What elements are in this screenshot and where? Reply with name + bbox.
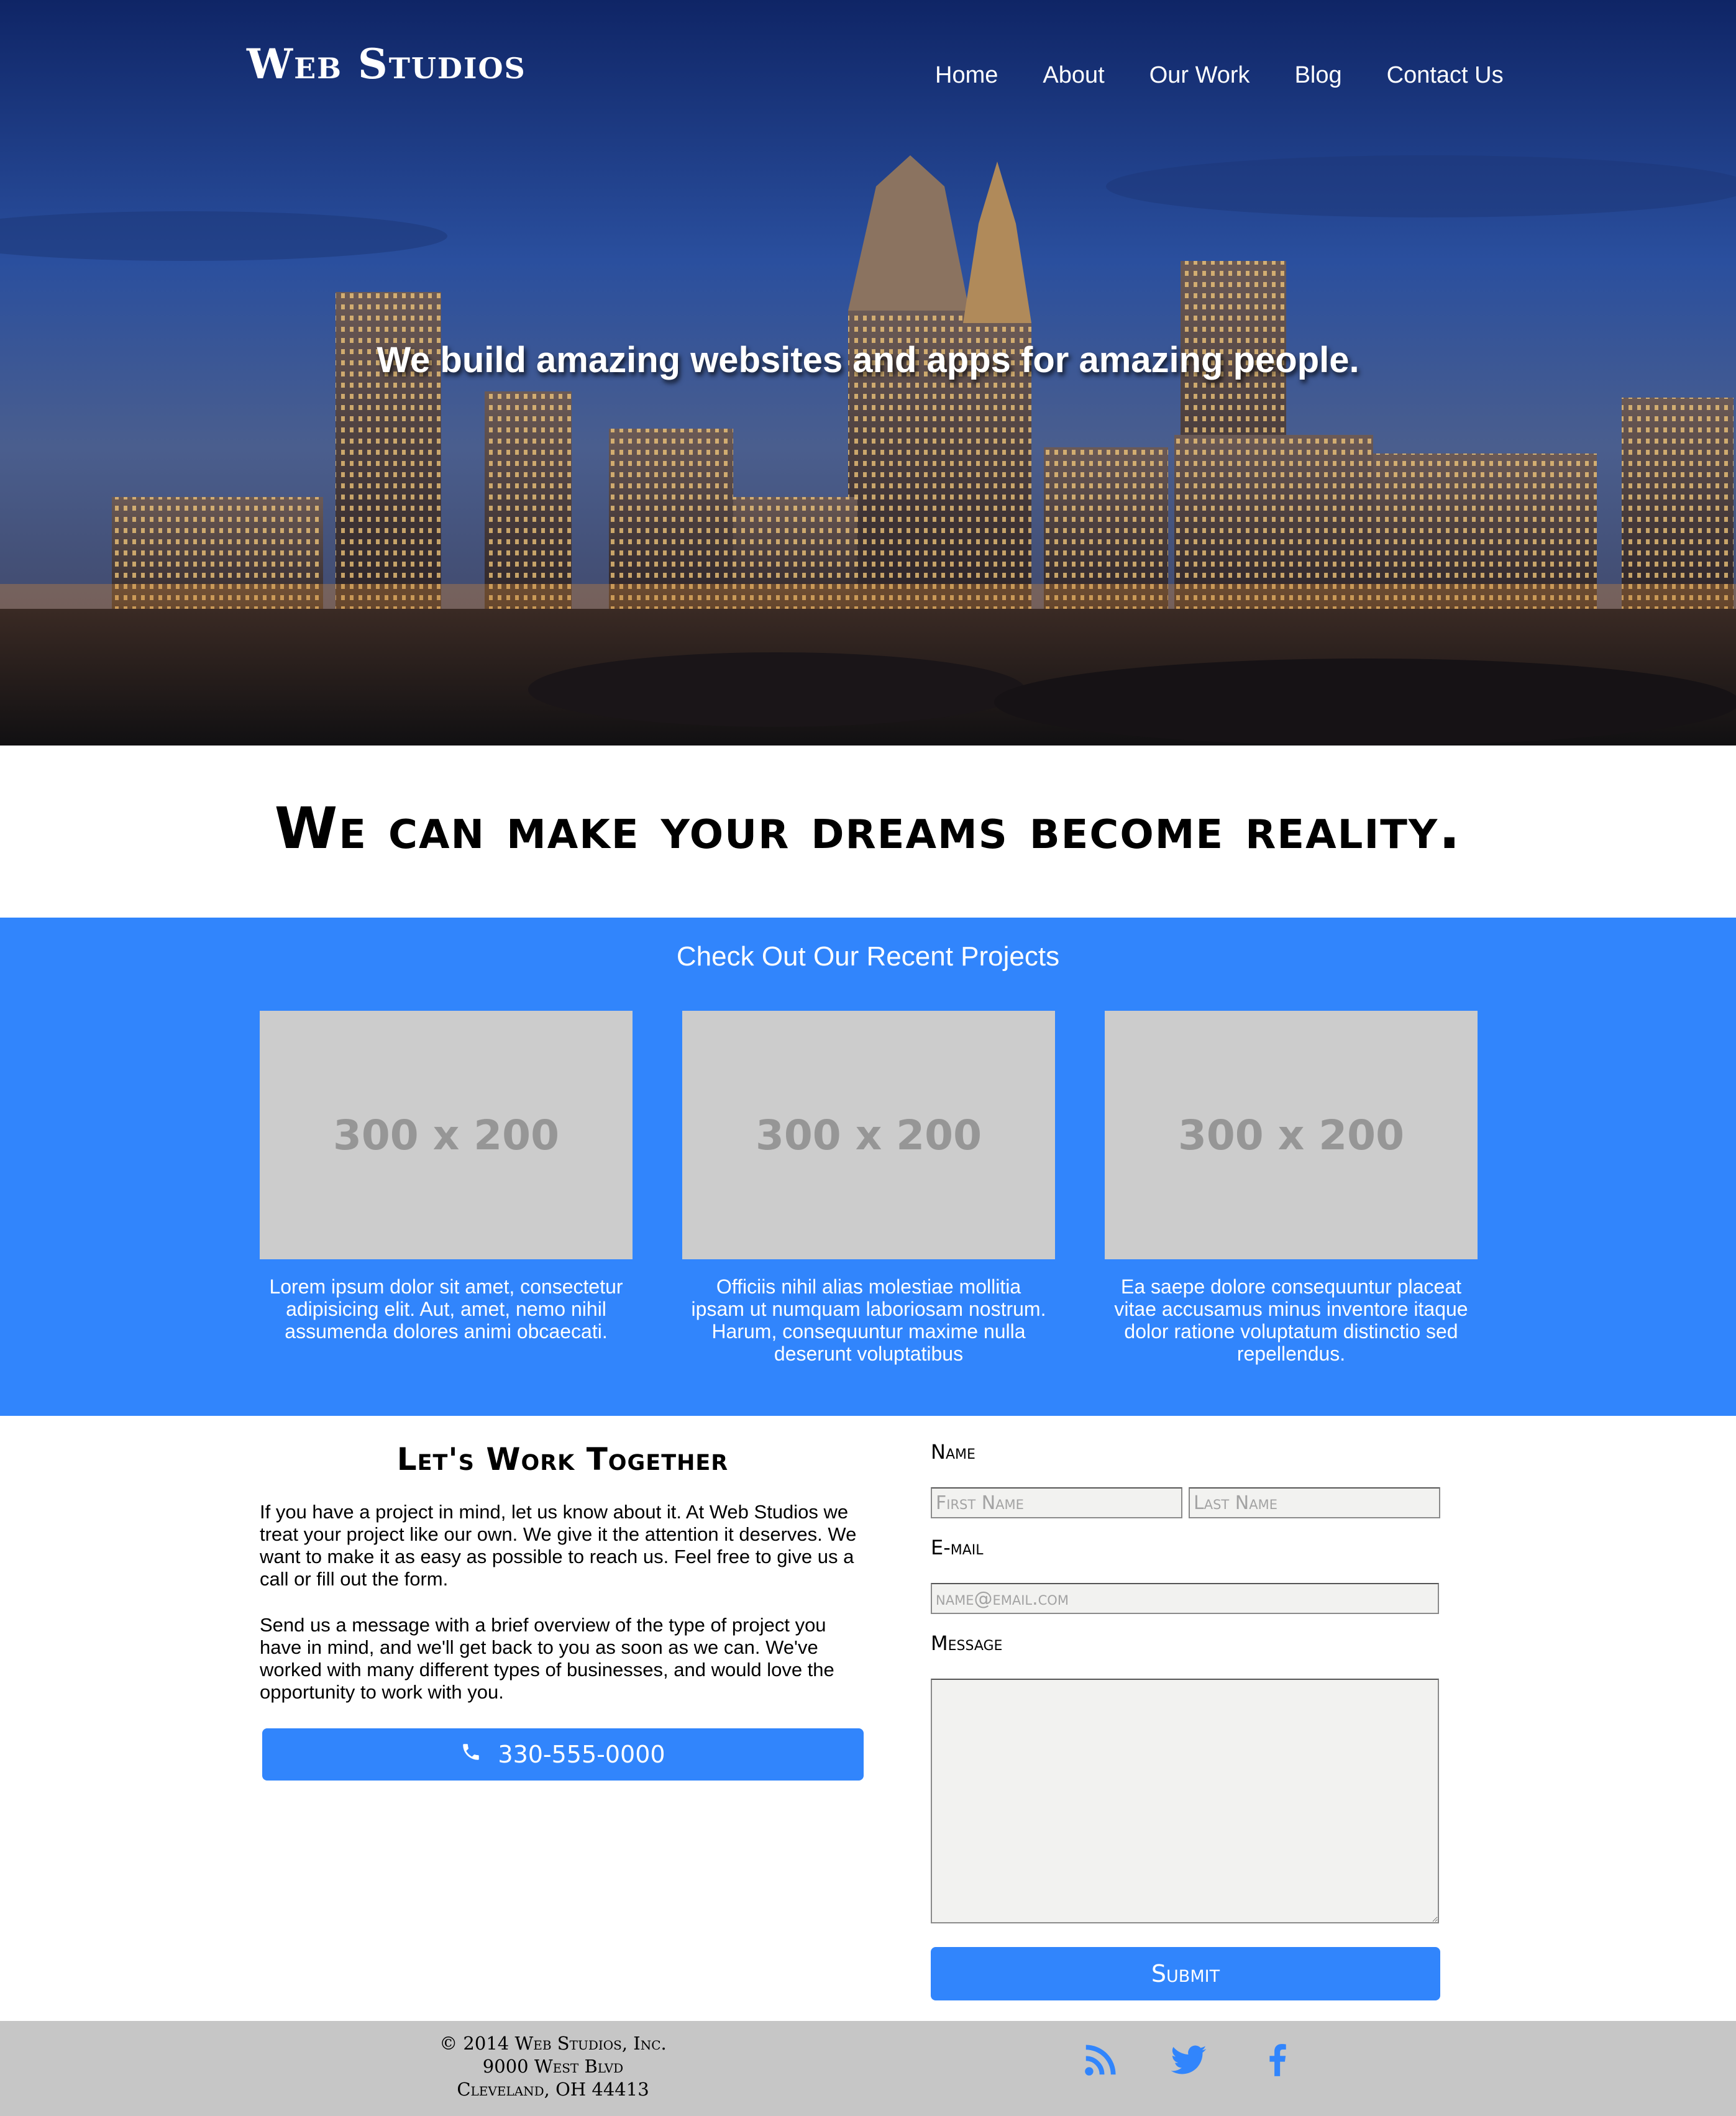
phone-icon [460, 1741, 482, 1768]
project-description: Officiis nihil alias molestiae mollitia … [691, 1275, 1046, 1365]
email-label: E-mail [931, 1536, 984, 1559]
hero-tagline: We build amazing websites and apps for a… [377, 340, 1359, 380]
recent-projects-section: Check Out Our Recent Projects 300 x 200 … [0, 918, 1736, 1416]
address-line-1: 9000 West Blvd [482, 2056, 624, 2077]
name-row [931, 1487, 1440, 1518]
nav-contact-us[interactable]: Contact Us [1387, 62, 1504, 89]
twitter-icon[interactable] [1169, 2041, 1208, 2079]
project-thumbnail[interactable]: 300 x 200 [260, 1011, 633, 1259]
contact-paragraph-2: Send us a message with a brief overview … [260, 1614, 834, 1703]
nav-our-work[interactable]: Our Work [1149, 62, 1250, 89]
footer: © 2014 Web Studios, Inc. 9000 West Blvd … [0, 2021, 1736, 2116]
project-description: Ea saepe dolore consequuntur placeat vit… [1114, 1275, 1468, 1365]
contact-title: Let's Work Together [396, 1441, 729, 1477]
project-card: 300 x 200 Ea saepe dolore consequuntur p… [1105, 1011, 1478, 1365]
message-field[interactable] [931, 1679, 1439, 1923]
footer-address: © 2014 Web Studios, Inc. 9000 West Blvd … [385, 2032, 721, 2101]
projects-title: Check Out Our Recent Projects [676, 941, 1060, 972]
call-phone-button[interactable]: 330-555-0000 [262, 1728, 864, 1781]
project-thumbnail[interactable]: 300 x 200 [682, 1011, 1055, 1259]
hero-banner: Web Studios Home About Our Work Blog Con… [0, 0, 1736, 746]
copyright-text: © 2014 Web Studios, Inc. [439, 2033, 667, 2054]
contact-form: Name E-mail Message Submit [931, 1440, 1440, 2000]
first-name-field[interactable] [931, 1487, 1182, 1518]
page: Web Studios Home About Our Work Blog Con… [0, 0, 1736, 2116]
site-logo[interactable]: Web Studios [247, 40, 526, 88]
address-line-2: Cleveland, OH 44413 [457, 2079, 649, 2100]
project-description: Lorem ipsum dolor sit amet, consectetur … [269, 1275, 623, 1343]
main-nav: Home About Our Work Blog Contact Us [935, 62, 1504, 89]
message-label: Message [931, 1631, 1003, 1655]
nav-about[interactable]: About [1043, 62, 1104, 89]
section-headline: We can make your dreams become reality. [274, 795, 1462, 862]
project-card: 300 x 200 Lorem ipsum dolor sit amet, co… [260, 1011, 633, 1343]
rss-icon[interactable] [1081, 2041, 1120, 2079]
email-field[interactable] [931, 1583, 1439, 1614]
nav-blog[interactable]: Blog [1295, 62, 1342, 89]
social-links [1081, 2041, 1296, 2079]
name-label: Name [931, 1440, 975, 1464]
project-thumbnail[interactable]: 300 x 200 [1105, 1011, 1478, 1259]
phone-number: 330-555-0000 [498, 1741, 665, 1768]
submit-button[interactable]: Submit [931, 1947, 1440, 2000]
project-card: 300 x 200 Officiis nihil alias molestiae… [682, 1011, 1055, 1365]
contact-info: Let's Work Together If you have a projec… [260, 1441, 866, 1781]
facebook-icon[interactable] [1258, 2041, 1296, 2079]
last-name-field[interactable] [1189, 1487, 1440, 1518]
contact-paragraph-1: If you have a project in mind, let us kn… [260, 1501, 857, 1590]
nav-home[interactable]: Home [935, 62, 998, 89]
